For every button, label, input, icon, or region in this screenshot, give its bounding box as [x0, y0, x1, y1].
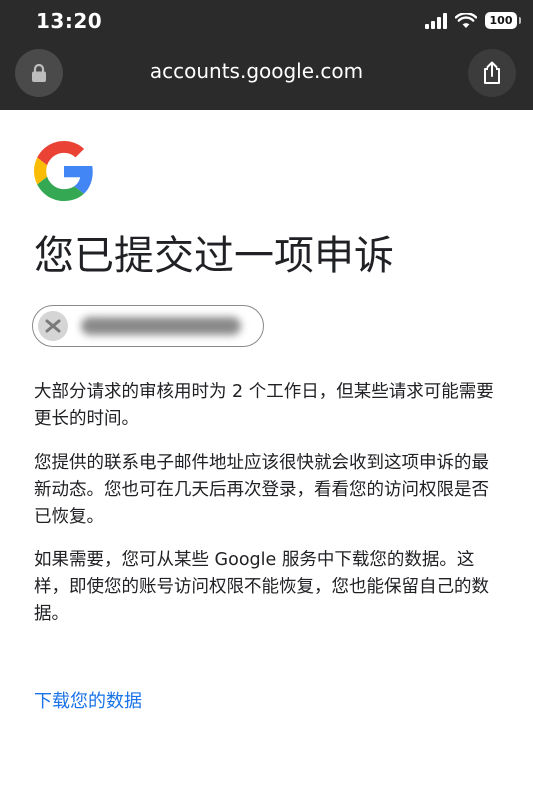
lock-icon [32, 63, 46, 82]
status-icons: 100 [425, 12, 521, 29]
site-info-button[interactable] [15, 49, 63, 97]
share-icon [484, 61, 500, 84]
avatar [38, 311, 68, 341]
page-title: 您已提交过一项申诉 [34, 233, 394, 279]
battery-icon: 100 [485, 12, 521, 29]
share-button[interactable] [468, 49, 516, 97]
account-chip[interactable] [32, 305, 264, 347]
avatar-icon [45, 319, 61, 333]
contact-email-paragraph: 您提供的联系电子邮件地址应该很快就会收到这项申诉的最新动态。您也可在几天后再次登… [34, 453, 489, 527]
download-data-link[interactable]: 下载您的数据 [34, 689, 142, 715]
review-time-paragraph: 大部分请求的审核用时为 2 个工作日，但某些请求可能需要更长的时间。 [34, 382, 494, 429]
browser-toolbar: 13:20 100 accounts.google.com [0, 0, 533, 110]
wifi-icon [455, 12, 477, 28]
google-logo [34, 141, 93, 201]
url-bar[interactable]: accounts.google.com [90, 59, 423, 83]
account-email-redacted [81, 317, 241, 335]
status-bar: 13:20 100 [0, 0, 533, 44]
signal-icon [425, 12, 447, 29]
download-data-paragraph: 如果需要，您可从某些 Google 服务中下载您的数据。这样，即使您的账号访问权… [34, 550, 489, 624]
status-time: 13:20 [36, 9, 103, 33]
